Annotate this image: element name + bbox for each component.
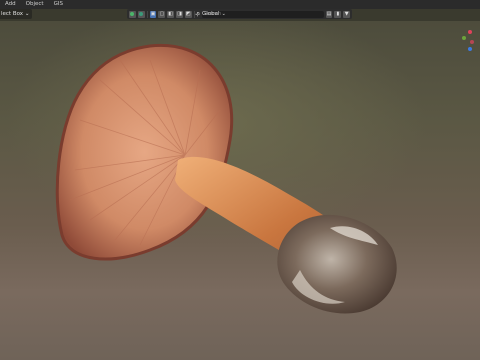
3d-viewport[interactable]	[0, 21, 480, 360]
select-invert-icon[interactable]: ◨	[176, 10, 183, 18]
menu-object[interactable]: Object	[21, 0, 49, 9]
filter-icon[interactable]: ▤	[325, 10, 333, 18]
transform-orientation-label: Global	[202, 11, 220, 17]
visibility-icon[interactable]	[129, 10, 136, 18]
z-axis-icon[interactable]	[468, 47, 472, 51]
x-neg-axis-icon[interactable]	[470, 40, 474, 44]
select-intersect-icon[interactable]: ◩	[184, 10, 192, 18]
x-axis-icon[interactable]	[468, 30, 472, 34]
select-subtract-icon[interactable]: ◧	[167, 10, 175, 18]
menu-bar: Add Object GIS	[0, 0, 480, 9]
menu-add[interactable]: Add	[0, 0, 21, 9]
funnel-icon[interactable]: ▼	[343, 10, 351, 18]
viewport-toolbar: ▣ ▢ ◧ ◨ ◩ ⌕ ▤ ▮ ▼	[127, 9, 352, 19]
orientation-icon: ⊹	[195, 10, 201, 18]
navigation-gizmo[interactable]	[462, 30, 480, 54]
chevron-down-icon: ⌄	[24, 11, 30, 17]
mode-icon[interactable]	[137, 10, 145, 18]
chevron-down-icon: ⌄	[221, 11, 226, 17]
y-axis-icon[interactable]	[462, 36, 466, 40]
transform-orientation[interactable]: ⊹ Global ⌄	[195, 9, 226, 19]
select-new-icon[interactable]: ▣	[149, 10, 157, 18]
select-extend-icon[interactable]: ▢	[158, 10, 166, 18]
menu-gis[interactable]: GIS	[49, 0, 68, 9]
mushroom-cap	[55, 43, 234, 261]
mushroom-model	[55, 43, 397, 314]
select-box-dropdown[interactable]: lect Box ⌄	[0, 9, 33, 19]
select-box-label: lect Box	[1, 11, 24, 17]
bookmark-icon[interactable]: ▮	[334, 10, 342, 18]
